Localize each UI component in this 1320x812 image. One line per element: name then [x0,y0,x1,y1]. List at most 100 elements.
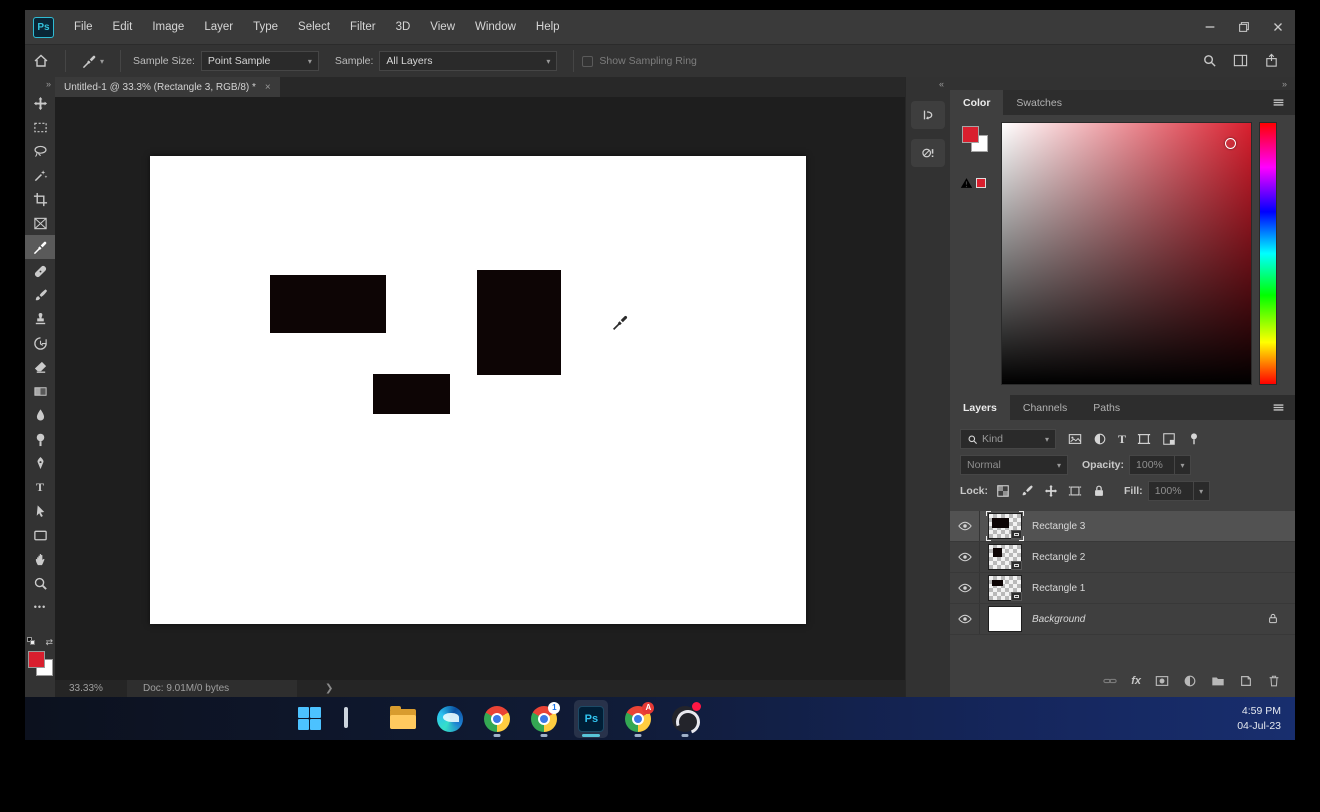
sample-dropdown[interactable]: All Layers▾ [379,51,557,71]
menu-image[interactable]: Image [142,21,194,33]
delete-layer-icon[interactable] [1267,672,1281,690]
comments-panel-icon[interactable] [911,139,945,167]
lock-all-icon[interactable] [1092,482,1106,500]
blend-mode-dropdown[interactable]: Normal▾ [960,455,1068,475]
canvas-pasteboard[interactable] [55,97,905,680]
move-tool[interactable] [25,91,55,115]
color-picker-cursor[interactable] [1225,138,1236,149]
layer-row-rectangle-3[interactable]: Rectangle 3 [950,511,1295,542]
restore-button[interactable] [1227,14,1261,40]
blur-tool[interactable] [25,403,55,427]
edit-toolbar-tool[interactable]: ••• [25,595,55,619]
object-selection-tool[interactable] [25,163,55,187]
foreground-color-swatch[interactable] [28,651,45,668]
menu-edit[interactable]: Edit [103,21,143,33]
tab-swatches[interactable]: Swatches [1003,90,1075,115]
minimize-button[interactable] [1193,14,1227,40]
share-icon[interactable] [1264,52,1279,70]
taskbar-photoshop-button[interactable]: Ps [574,700,608,738]
rectangle-tool[interactable] [25,523,55,547]
lock-position-icon[interactable] [1044,482,1058,500]
layer-visibility-icon[interactable] [950,511,980,541]
layer-filter-dropdown[interactable]: Kind ▾ [960,429,1056,449]
history-panel-icon[interactable] [911,101,945,129]
eraser-tool[interactable] [25,355,55,379]
clone-stamp-tool[interactable] [25,307,55,331]
panel-menu-icon[interactable] [1272,94,1285,112]
taskbar-clock[interactable]: 4:59 PM 04-Jul-23 [1237,704,1281,732]
panel-menu-icon[interactable] [1272,399,1285,417]
collapse-dock-icon[interactable]: » [1282,79,1287,89]
closest-web-color-chip[interactable] [976,178,986,188]
lock-pixels-icon[interactable] [1020,482,1034,500]
tab-channels[interactable]: Channels [1010,395,1080,420]
tab-paths[interactable]: Paths [1080,395,1133,420]
menu-file[interactable]: File [64,21,103,33]
taskbar-obs-button[interactable] [668,700,702,738]
crop-tool[interactable] [25,187,55,211]
gamut-warning-icon[interactable] [960,174,973,192]
fill-chevron-icon[interactable]: ▾ [1194,481,1210,501]
history-brush-tool[interactable] [25,331,55,355]
new-group-icon[interactable] [1211,672,1225,690]
hand-tool[interactable] [25,547,55,571]
new-adjustment-layer-icon[interactable] [1183,672,1197,690]
filter-shape-layer-icon[interactable] [1137,430,1151,448]
taskbar-file-explorer-button[interactable] [386,700,420,738]
expand-dock-icon[interactable]: « [939,77,950,91]
filter-type-layer-icon[interactable]: T [1118,432,1126,447]
filter-smart-object-icon[interactable] [1162,430,1176,448]
pen-tool[interactable] [25,451,55,475]
menu-window[interactable]: Window [465,21,526,33]
saturation-brightness-picker[interactable] [1001,122,1252,385]
new-layer-icon[interactable] [1239,672,1253,690]
layer-row-rectangle-2[interactable]: Rectangle 2 [950,542,1295,573]
spot-healing-brush-tool[interactable] [25,259,55,283]
search-icon[interactable] [1202,52,1217,70]
layer-thumbnail[interactable] [988,606,1022,632]
layer-visibility-icon[interactable] [950,542,980,572]
taskbar-edge-button[interactable] [433,700,467,738]
home-button[interactable] [25,53,57,69]
layer-row-background[interactable]: Background [950,604,1295,635]
taskbar-search-button[interactable] [339,700,373,738]
eyedropper-tool[interactable] [25,235,55,259]
taskbar-chrome-profile-button[interactable]: 1 [527,700,561,738]
dodge-tool[interactable] [25,427,55,451]
tab-color[interactable]: Color [950,90,1003,115]
filter-adjustment-layer-icon[interactable] [1093,430,1107,448]
zoom-level-field[interactable]: 33.33% [55,683,127,694]
taskbar-chrome-button[interactable] [480,700,514,738]
zoom-tool[interactable] [25,571,55,595]
gradient-tool[interactable] [25,379,55,403]
workspace-layout-icon[interactable] [1233,52,1248,70]
fill-value[interactable]: 100% [1148,481,1194,501]
opacity-value[interactable]: 100% [1129,455,1175,475]
type-tool[interactable]: T [25,475,55,499]
document-tab[interactable]: Untitled-1 @ 33.3% (Rectangle 3, RGB/8) … [55,77,280,97]
menu-view[interactable]: View [420,21,465,33]
show-sampling-ring-checkbox[interactable] [582,56,593,67]
lock-transparency-icon[interactable] [996,482,1010,500]
eyedropper-tool-preset-button[interactable]: ▾ [74,54,112,69]
collapse-toolbar-icon[interactable]: » [46,77,55,91]
layer-visibility-icon[interactable] [950,573,980,603]
layer-filter-toggle-icon[interactable] [1187,430,1201,448]
menu-3d[interactable]: 3D [386,21,421,33]
add-layer-mask-icon[interactable] [1155,672,1169,690]
taskbar-start-button[interactable] [292,700,326,738]
document-canvas[interactable] [150,156,806,624]
foreground-color-swatch[interactable] [962,126,979,143]
layer-style-fx-icon[interactable]: fx [1131,675,1141,687]
menu-layer[interactable]: Layer [194,21,243,33]
brush-tool[interactable] [25,283,55,307]
close-tab-icon[interactable]: × [265,82,271,93]
menu-type[interactable]: Type [243,21,288,33]
filter-pixel-layer-icon[interactable] [1068,430,1082,448]
opacity-chevron-icon[interactable]: ▾ [1175,455,1191,475]
taskbar-chrome-alt-button[interactable]: A [621,700,655,738]
layer-thumbnail[interactable] [988,575,1022,601]
swap-colors-icon[interactable]: ⇄ [45,637,53,648]
default-colors-icon[interactable] [27,637,36,646]
path-selection-tool[interactable] [25,499,55,523]
